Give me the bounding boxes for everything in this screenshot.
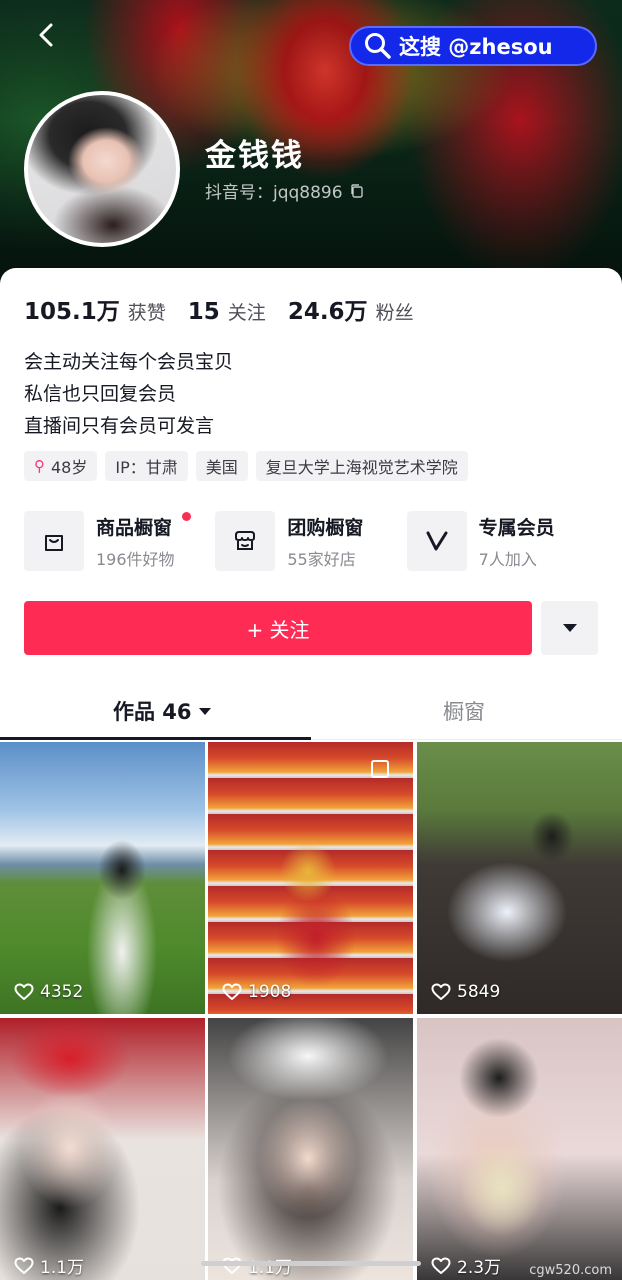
likes-count: 4352 — [40, 982, 84, 1002]
nickname: 金钱钱 — [205, 138, 304, 174]
site-watermark: cgw520.com — [529, 1263, 612, 1278]
following-label[interactable]: 关注 — [228, 298, 266, 325]
likes-count: 2.3万 — [457, 1258, 502, 1278]
video-thumbnail[interactable]: 4352 — [0, 742, 205, 1014]
feature-icon-box — [215, 511, 276, 571]
store-icon — [235, 531, 256, 550]
tab-showcase[interactable]: 橱窗 — [443, 696, 485, 726]
tab-works[interactable]: 作品 46 — [113, 696, 212, 726]
school-tag[interactable]: 复旦大学上海视觉艺术学院 — [255, 451, 468, 481]
ip-tag: IP：甘肃 — [105, 451, 188, 481]
age-tag: ⚲ 48岁 — [24, 451, 98, 481]
home-indicator[interactable] — [201, 1261, 421, 1266]
video-thumbnail[interactable]: 1.1万 — [0, 1018, 205, 1280]
notification-dot — [182, 512, 191, 521]
zhesou-watermark-badge: 这搜 @zhesou — [349, 26, 597, 66]
feature-icon-box — [24, 511, 84, 571]
followers-label[interactable]: 粉丝 — [376, 298, 414, 325]
likes-count: 1.1万 — [40, 1258, 85, 1278]
followers-count[interactable]: 24.6万 — [288, 292, 368, 326]
video-thumbnail[interactable]: 2.3万 cgw520.com — [417, 1018, 622, 1280]
video-thumbnail[interactable]: 1.1万 — [208, 1018, 413, 1280]
bio-line: 私信也只回复会员 — [24, 383, 177, 405]
profile-stats: 105.1万 获赞 15 关注 24.6万 粉丝 — [24, 292, 436, 326]
profile-tags: ⚲ 48岁 IP：甘肃 美国 复旦大学上海视觉艺术学院 — [24, 451, 468, 481]
video-likes: 4352 — [14, 982, 83, 1002]
feature-subtitle: 196件好物 — [96, 549, 175, 569]
feature-subtitle: 55家好店 — [287, 549, 356, 569]
video-likes: 2.3万 — [431, 1253, 501, 1278]
shopping-bag-icon — [45, 535, 63, 551]
product-showcase-entry[interactable]: 商品橱窗 196件好物 — [24, 510, 215, 572]
heart-icon — [222, 983, 242, 1000]
group-buy-entry[interactable]: 团购橱窗 55家好店 — [215, 510, 406, 572]
feature-subtitle: 7人加入 — [478, 549, 537, 569]
caret-down-icon — [198, 707, 211, 715]
following-count[interactable]: 15 — [188, 299, 220, 325]
more-options-button[interactable] — [541, 601, 598, 655]
tab-works-label: 作品 46 — [113, 700, 192, 724]
heart-icon — [431, 1257, 451, 1274]
copy-icon[interactable] — [349, 183, 365, 199]
back-button[interactable] — [30, 18, 64, 52]
age-text: 48岁 — [51, 458, 88, 477]
feature-title: 专属会员 — [478, 516, 555, 539]
watermark-text: 这搜 @zhesou — [399, 35, 553, 59]
video-thumbnail[interactable]: 5849 — [417, 742, 622, 1014]
content-tabs: 作品 46 橱窗 — [0, 686, 622, 740]
heart-icon — [14, 983, 34, 1000]
bio-line: 会主动关注每个会员宝贝 — [24, 351, 234, 373]
active-tab-indicator — [0, 737, 311, 740]
avatar[interactable] — [24, 91, 180, 247]
vip-v-icon — [426, 531, 448, 551]
country-tag: 美国 — [195, 451, 248, 481]
video-likes: 5849 — [431, 982, 500, 1002]
follow-button[interactable]: + 关注 — [24, 601, 532, 655]
likes-count: 105.1万 — [24, 299, 120, 325]
douyin-id: 抖音号：jqq8896 — [205, 178, 365, 203]
heart-icon — [431, 983, 451, 1000]
pinned-icon — [371, 760, 389, 778]
chevron-left-icon — [39, 23, 53, 47]
video-likes: 1908 — [222, 982, 291, 1002]
feature-title: 商品橱窗 — [96, 516, 173, 539]
feature-icon-box — [406, 511, 467, 571]
caret-down-icon — [562, 624, 577, 632]
bio-line: 直播间只有会员可发言 — [24, 415, 215, 437]
video-likes: 1.1万 — [14, 1253, 84, 1278]
feature-entries: 商品橱窗 196件好物 团购橱窗 55家好店 专属会员 7人加入 — [24, 510, 598, 572]
likes-count: 5849 — [457, 982, 501, 1002]
search-icon — [365, 33, 391, 59]
female-icon: ⚲ — [34, 457, 45, 475]
video-thumbnail[interactable]: 1908 — [208, 742, 413, 1014]
feature-title: 团购橱窗 — [287, 516, 364, 539]
heart-icon — [14, 1257, 34, 1274]
bio: 会主动关注每个会员宝贝 私信也只回复会员 直播间只有会员可发言 — [24, 346, 233, 442]
exclusive-member-entry[interactable]: 专属会员 7人加入 — [406, 510, 598, 572]
likes-count: 1908 — [248, 982, 292, 1002]
douyin-id-text: 抖音号：jqq8896 — [205, 183, 343, 203]
likes-label: 获赞 — [127, 302, 166, 324]
